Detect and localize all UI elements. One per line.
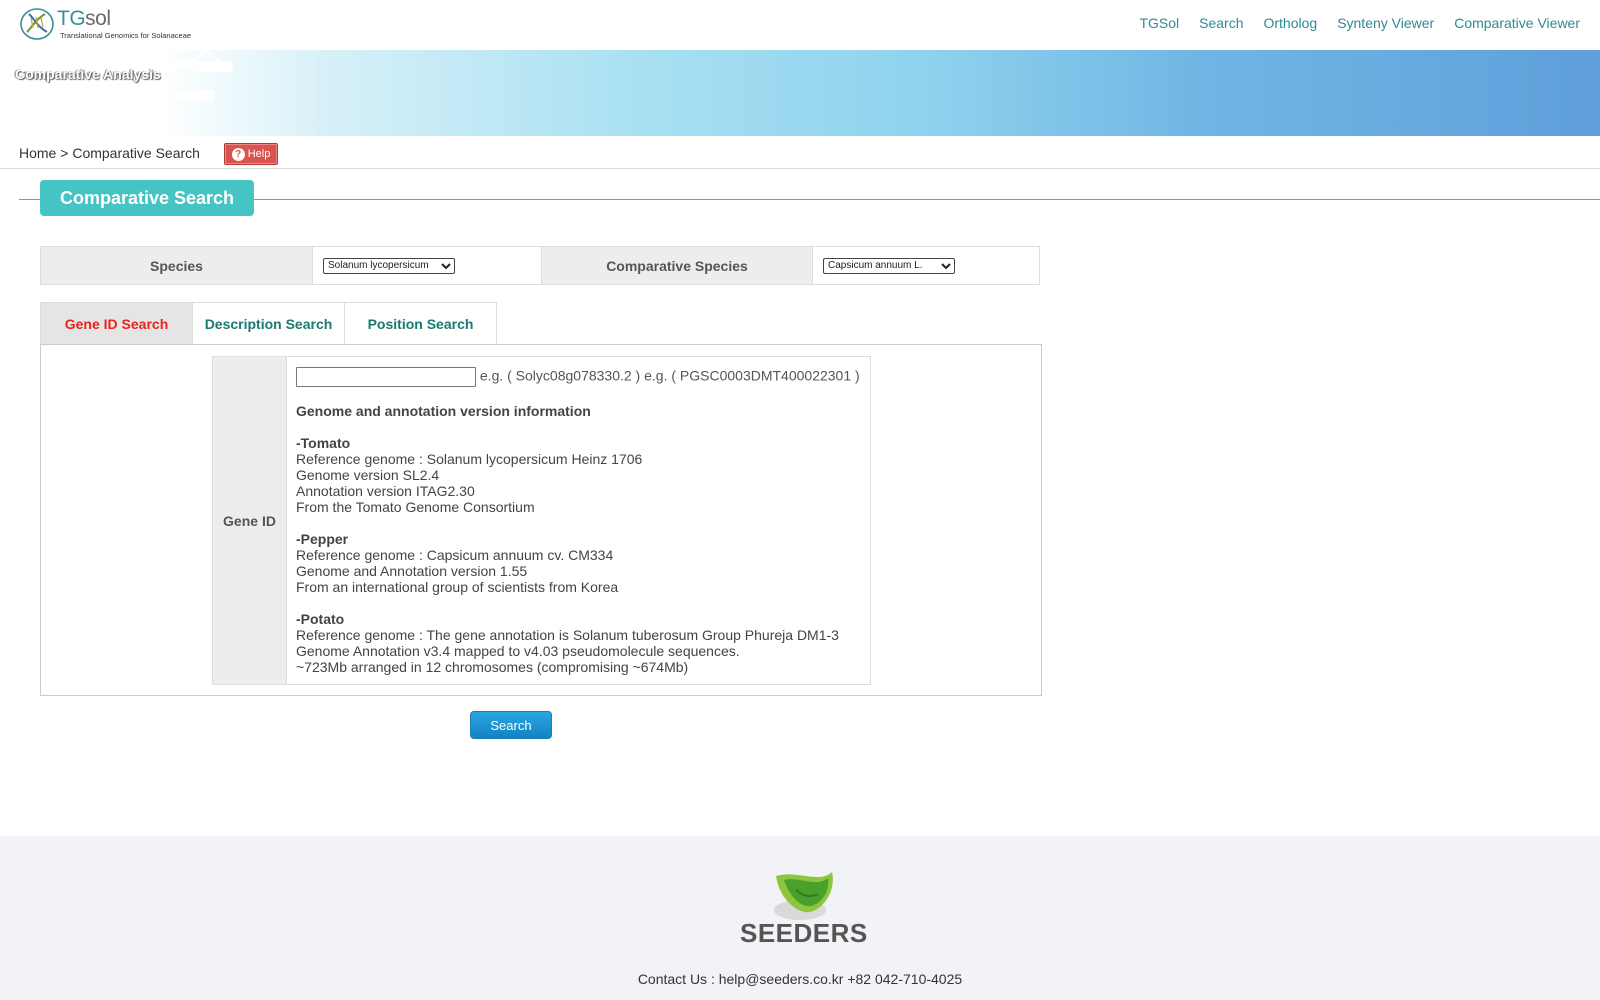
pepper-line: Genome and Annotation version 1.55 — [296, 563, 528, 579]
tab-description-search[interactable]: Description Search — [192, 302, 345, 345]
tab-position-search[interactable]: Position Search — [344, 302, 497, 345]
gene-id-input-row: e.g. ( Solyc08g078330.2 ) e.g. ( PGSC000… — [296, 367, 861, 387]
dna-helix-icon — [20, 8, 54, 40]
footer-contact: Contact Us : help@seeders.co.kr +82 042-… — [637, 971, 963, 987]
help-button[interactable]: ? Help — [224, 143, 278, 165]
tomato-line: Reference genome : Solanum lycopersicum … — [296, 451, 643, 467]
comparative-species-label: Comparative Species — [542, 247, 813, 284]
nav-ortholog[interactable]: Ortholog — [1263, 15, 1317, 31]
banner-decoration — [99, 50, 233, 116]
help-label: Help — [247, 148, 271, 160]
info-heading: Genome and annotation version informatio… — [296, 403, 591, 419]
tomato-line: Annotation version ITAG2.30 — [296, 483, 475, 499]
banner-title: Comparative Analysis — [15, 66, 161, 82]
section-divider — [19, 199, 1600, 200]
pepper-line: Reference genome : Capsicum annuum cv. C… — [296, 547, 614, 563]
gene-id-example: e.g. ( Solyc08g078330.2 ) e.g. ( PGSC000… — [479, 367, 860, 384]
species-label: Species — [41, 247, 313, 284]
potato-heading: -Potato — [296, 611, 345, 627]
breadcrumb-bar: Home > Comparative Search ? Help — [0, 137, 1600, 169]
pepper-heading: -Pepper — [296, 531, 349, 547]
comparative-species-select[interactable]: Capsicum annuum L. — [823, 257, 955, 274]
main-nav: TGSol Search Ortholog Synteny Viewer Com… — [1139, 15, 1580, 31]
gene-id-form-table: Gene ID e.g. ( Solyc08g078330.2 ) e.g. (… — [212, 356, 871, 685]
gene-id-label: Gene ID — [213, 357, 287, 684]
top-navbar: TGsol Translational Genomics for Solanac… — [0, 0, 1600, 50]
nav-search[interactable]: Search — [1199, 15, 1243, 31]
pepper-line: From an international group of scientist… — [296, 579, 619, 595]
nav-tgsol[interactable]: TGSol — [1139, 15, 1179, 31]
tomato-line: From the Tomato Genome Consortium — [296, 499, 535, 515]
seeders-brand: SEEDERS — [740, 918, 868, 948]
logo-title: TGsol — [57, 7, 111, 30]
species-select[interactable]: Solanum lycopersicum — [323, 257, 455, 274]
search-button[interactable]: Search — [470, 711, 552, 739]
nav-synteny-viewer[interactable]: Synteny Viewer — [1337, 15, 1434, 31]
gene-id-content: e.g. ( Solyc08g078330.2 ) e.g. ( PGSC000… — [287, 357, 870, 684]
search-tabs: Gene ID Search Description Search Positi… — [40, 302, 497, 345]
breadcrumb-home[interactable]: Home — [19, 145, 56, 161]
question-icon: ? — [231, 147, 245, 161]
page-title: Comparative Search — [40, 180, 254, 216]
tomato-line: Genome version SL2.4 — [296, 467, 440, 483]
breadcrumb-current: Comparative Search — [72, 145, 200, 161]
breadcrumb-separator: > — [60, 145, 69, 161]
potato-line: Reference genome : The gene annotation i… — [296, 627, 839, 643]
species-selection-row: Species Solanum lycopersicum Comparative… — [40, 246, 1040, 285]
potato-line: Genome Annotation v3.4 mapped to v4.03 p… — [296, 643, 740, 659]
potato-line: ~723Mb arranged in 12 chromosomes (compr… — [296, 659, 689, 675]
gene-id-search-panel: Gene ID e.g. ( Solyc08g078330.2 ) e.g. (… — [40, 344, 1042, 696]
logo-subtitle: Translational Genomics for Solanaceae — [60, 31, 192, 40]
tgsol-logo[interactable]: TGsol Translational Genomics for Solanac… — [19, 5, 194, 43]
tomato-heading: -Tomato — [296, 435, 351, 451]
species-select-cell: Solanum lycopersicum — [313, 247, 542, 284]
breadcrumb: Home > Comparative Search — [19, 145, 200, 161]
page-banner: Comparative Analysis — [0, 50, 1600, 136]
nav-comparative-viewer[interactable]: Comparative Viewer — [1454, 15, 1580, 31]
comparative-species-select-cell: Capsicum annuum L. — [813, 247, 1039, 284]
gene-id-input[interactable] — [296, 367, 476, 387]
tab-gene-id-search[interactable]: Gene ID Search — [40, 302, 193, 345]
